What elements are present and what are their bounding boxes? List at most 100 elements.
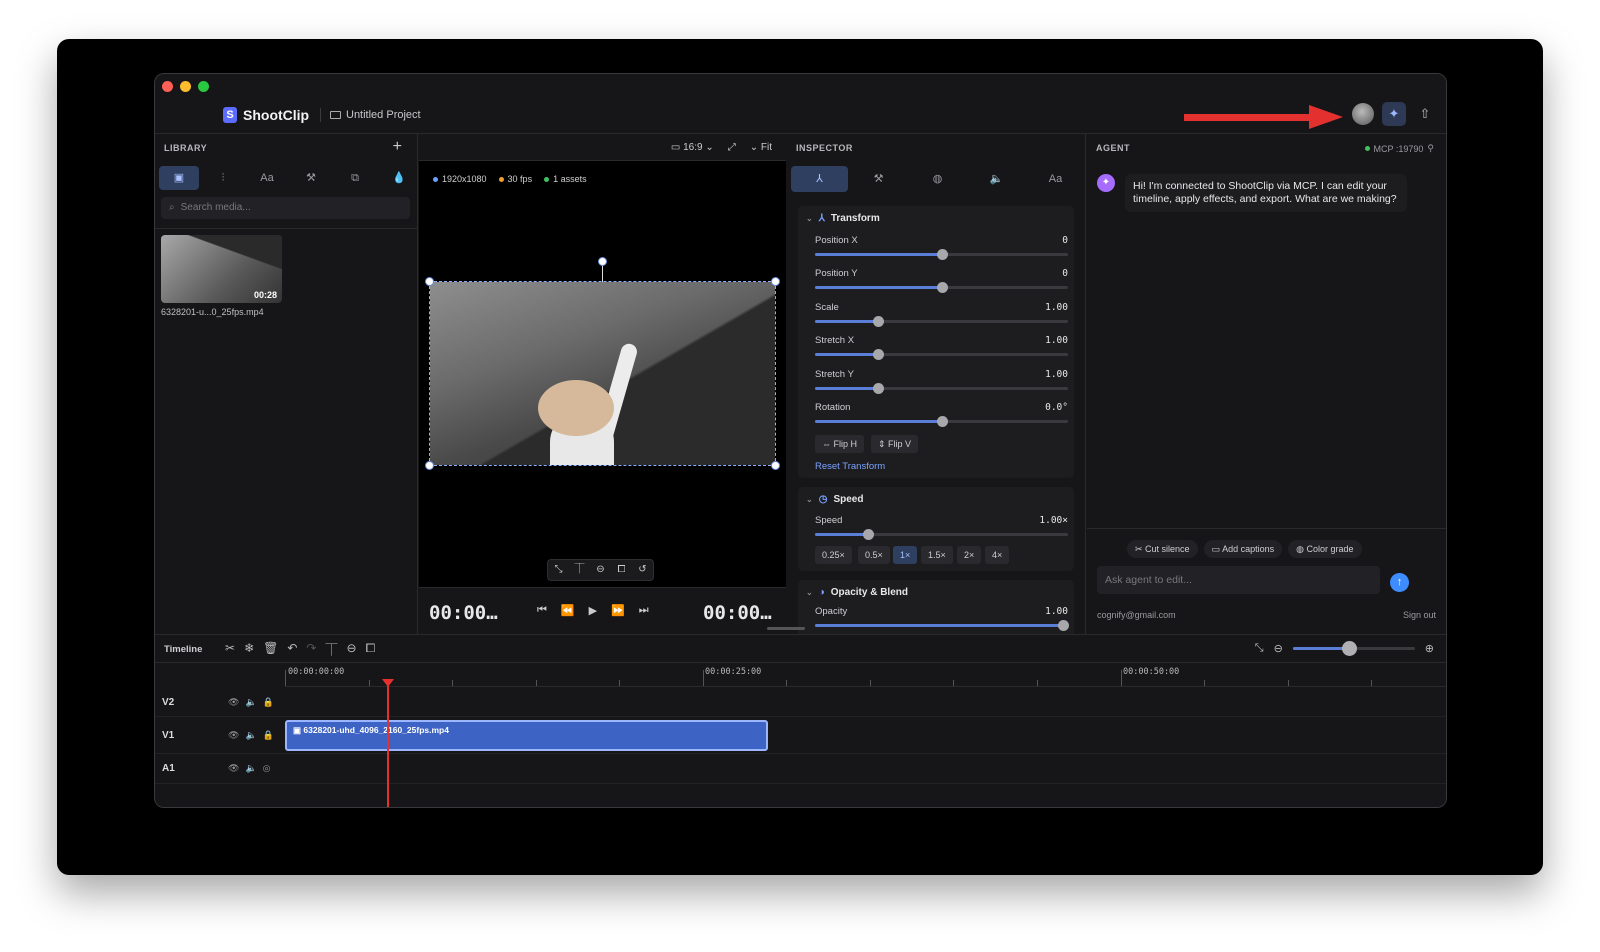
- zoom-slider[interactable]: [1292, 641, 1415, 656]
- aspect-ratio-select[interactable]: ▭ 16:9 ⌄: [671, 142, 714, 153]
- selection-box[interactable]: [429, 281, 776, 466]
- maximize-window-button[interactable]: [198, 81, 209, 92]
- agent-input[interactable]: Ask agent to edit...: [1097, 566, 1380, 594]
- project-name-button[interactable]: Untitled Project: [330, 109, 421, 121]
- playhead[interactable]: [387, 679, 389, 807]
- position-y-value[interactable]: 0: [1062, 268, 1068, 279]
- transform-tab-icon[interactable]: ⅄: [791, 166, 848, 192]
- fit-timeline-icon[interactable]: ⤡: [1255, 642, 1264, 655]
- skip-start-icon[interactable]: ⏮: [537, 604, 547, 617]
- stretch-x-value[interactable]: 1.00: [1045, 335, 1068, 346]
- speed-preset-1-5x[interactable]: 1.5×: [921, 546, 953, 564]
- scale-value[interactable]: 1.00: [1045, 302, 1068, 313]
- text-tab-icon[interactable]: Aa: [1027, 166, 1084, 192]
- slider-knob[interactable]: [1057, 620, 1069, 631]
- ripple-icon[interactable]: ⊖: [347, 641, 357, 658]
- scissors-icon[interactable]: ✂: [225, 641, 235, 658]
- media-thumbnail[interactable]: 00:28: [161, 235, 282, 303]
- speaker-icon[interactable]: 🔈: [245, 697, 256, 708]
- flip-v-button[interactable]: ⇕ Flip V: [871, 435, 919, 453]
- color-grade-chip[interactable]: ◍ Color grade: [1288, 540, 1362, 558]
- audio-icon[interactable]: ⫶: [203, 166, 243, 190]
- scale-slider[interactable]: [815, 316, 1068, 327]
- rotation-handle[interactable]: [598, 257, 607, 266]
- rotation-value[interactable]: 0.0°: [1045, 402, 1068, 413]
- stretch-y-value[interactable]: 1.00: [1045, 369, 1068, 380]
- color-icon[interactable]: 💧: [379, 166, 419, 190]
- playhead-marker[interactable]: [382, 679, 394, 687]
- eye-icon[interactable]: 👁: [228, 697, 239, 708]
- speed-preset-1x[interactable]: 1×: [893, 546, 918, 564]
- speaker-icon[interactable]: 🔈: [245, 763, 256, 774]
- position-x-value[interactable]: 0: [1062, 235, 1068, 246]
- search-input[interactable]: ⌕ Search media...: [161, 197, 410, 219]
- track-row-v2[interactable]: V2 👁 🔈 🔒: [155, 687, 1446, 717]
- track-row-a1[interactable]: A1 👁 🔈 ◎: [155, 754, 1446, 784]
- close-window-button[interactable]: [162, 81, 173, 92]
- speed-preset-4x[interactable]: 4×: [985, 546, 1010, 564]
- crop-icon[interactable]: ⧠: [366, 641, 376, 658]
- speed-section-header[interactable]: ⌄ ◷ Speed: [806, 494, 863, 505]
- speed-preset-0-25x[interactable]: 0.25×: [815, 546, 852, 564]
- media-icon[interactable]: ▣: [159, 166, 199, 190]
- stretch-y-slider[interactable]: [815, 383, 1068, 394]
- avatar[interactable]: [1352, 103, 1374, 125]
- eye-icon[interactable]: 👁: [228, 763, 239, 774]
- rotation-slider[interactable]: [815, 416, 1068, 427]
- speed-preset-2x[interactable]: 2×: [957, 546, 982, 564]
- position-x-slider[interactable]: [815, 249, 1068, 260]
- slider-knob[interactable]: [873, 349, 885, 360]
- panel-resize-handle[interactable]: [767, 627, 805, 630]
- reset-transform-link[interactable]: Reset Transform: [815, 461, 885, 472]
- reset-rotation-icon[interactable]: ↺: [632, 560, 653, 580]
- flip-horizontal-icon[interactable]: ⏉: [569, 560, 590, 580]
- slider-knob[interactable]: [936, 249, 948, 260]
- lock-icon[interactable]: 🔒: [263, 697, 274, 708]
- cut-silence-chip[interactable]: ✂ Cut silence: [1127, 540, 1198, 558]
- add-media-button[interactable]: +: [393, 138, 402, 156]
- slider-knob[interactable]: [873, 383, 885, 394]
- skip-end-icon[interactable]: ⏭: [639, 604, 649, 617]
- step-forward-icon[interactable]: ⏩: [611, 604, 625, 617]
- opacity-slider[interactable]: [815, 620, 1069, 631]
- minimize-window-button[interactable]: [180, 81, 191, 92]
- send-icon[interactable]: ↑: [1390, 573, 1409, 592]
- stretch-x-slider[interactable]: [815, 349, 1068, 360]
- eye-icon[interactable]: 👁: [228, 730, 239, 741]
- resize-handle[interactable]: [425, 277, 434, 286]
- zoom-out-icon[interactable]: ⊖: [1274, 642, 1283, 655]
- slider-knob[interactable]: [936, 282, 948, 293]
- slider-knob[interactable]: [863, 529, 875, 540]
- speed-value[interactable]: 1.00×: [1039, 515, 1068, 526]
- trash-icon[interactable]: 🗑: [263, 641, 278, 658]
- record-icon[interactable]: ◎: [263, 763, 271, 774]
- split-icon[interactable]: ⏉: [325, 641, 337, 658]
- transitions-icon[interactable]: ⧉: [335, 166, 375, 190]
- audio-tab-icon[interactable]: 🔈: [968, 166, 1025, 192]
- fit-canvas-icon[interactable]: ⤡: [548, 560, 569, 580]
- redo-icon[interactable]: ↷: [306, 641, 316, 658]
- speed-preset-0-5x[interactable]: 0.5×: [858, 546, 890, 564]
- resize-handle[interactable]: [425, 461, 434, 470]
- resize-handle[interactable]: [771, 277, 780, 286]
- crop-icon[interactable]: ⧠: [611, 560, 632, 580]
- color-tab-icon[interactable]: ◍: [909, 166, 966, 192]
- transform-section-header[interactable]: ⌄ ⅄ Transform: [806, 213, 880, 224]
- timeline-ruler[interactable]: 00:00:00:00 00:00:25:00 00:00:50:00: [285, 663, 1446, 687]
- resize-handle[interactable]: [771, 461, 780, 470]
- timeline-clip[interactable]: ▣ 6328201-uhd_4096_2160_25fps.mp4: [285, 720, 768, 751]
- fullscreen-icon[interactable]: ⤢: [728, 142, 736, 153]
- speaker-icon[interactable]: 🔈: [245, 730, 256, 741]
- speed-slider[interactable]: [815, 529, 1068, 540]
- add-captions-chip[interactable]: ▭ Add captions: [1203, 540, 1283, 558]
- fit-select[interactable]: ⌄ Fit: [750, 142, 772, 153]
- pin-icon[interactable]: ⚲: [1427, 143, 1434, 154]
- zoom-in-icon[interactable]: ⊕: [1425, 642, 1434, 655]
- slider-knob[interactable]: [936, 416, 948, 427]
- opacity-value[interactable]: 1.00: [1045, 606, 1068, 617]
- flip-vertical-icon[interactable]: ⊖: [590, 560, 611, 580]
- freeze-icon[interactable]: ❄: [244, 641, 254, 658]
- sign-out-link[interactable]: Sign out: [1403, 610, 1436, 620]
- play-icon[interactable]: ▶: [589, 604, 597, 617]
- text-icon[interactable]: Aa: [247, 166, 287, 190]
